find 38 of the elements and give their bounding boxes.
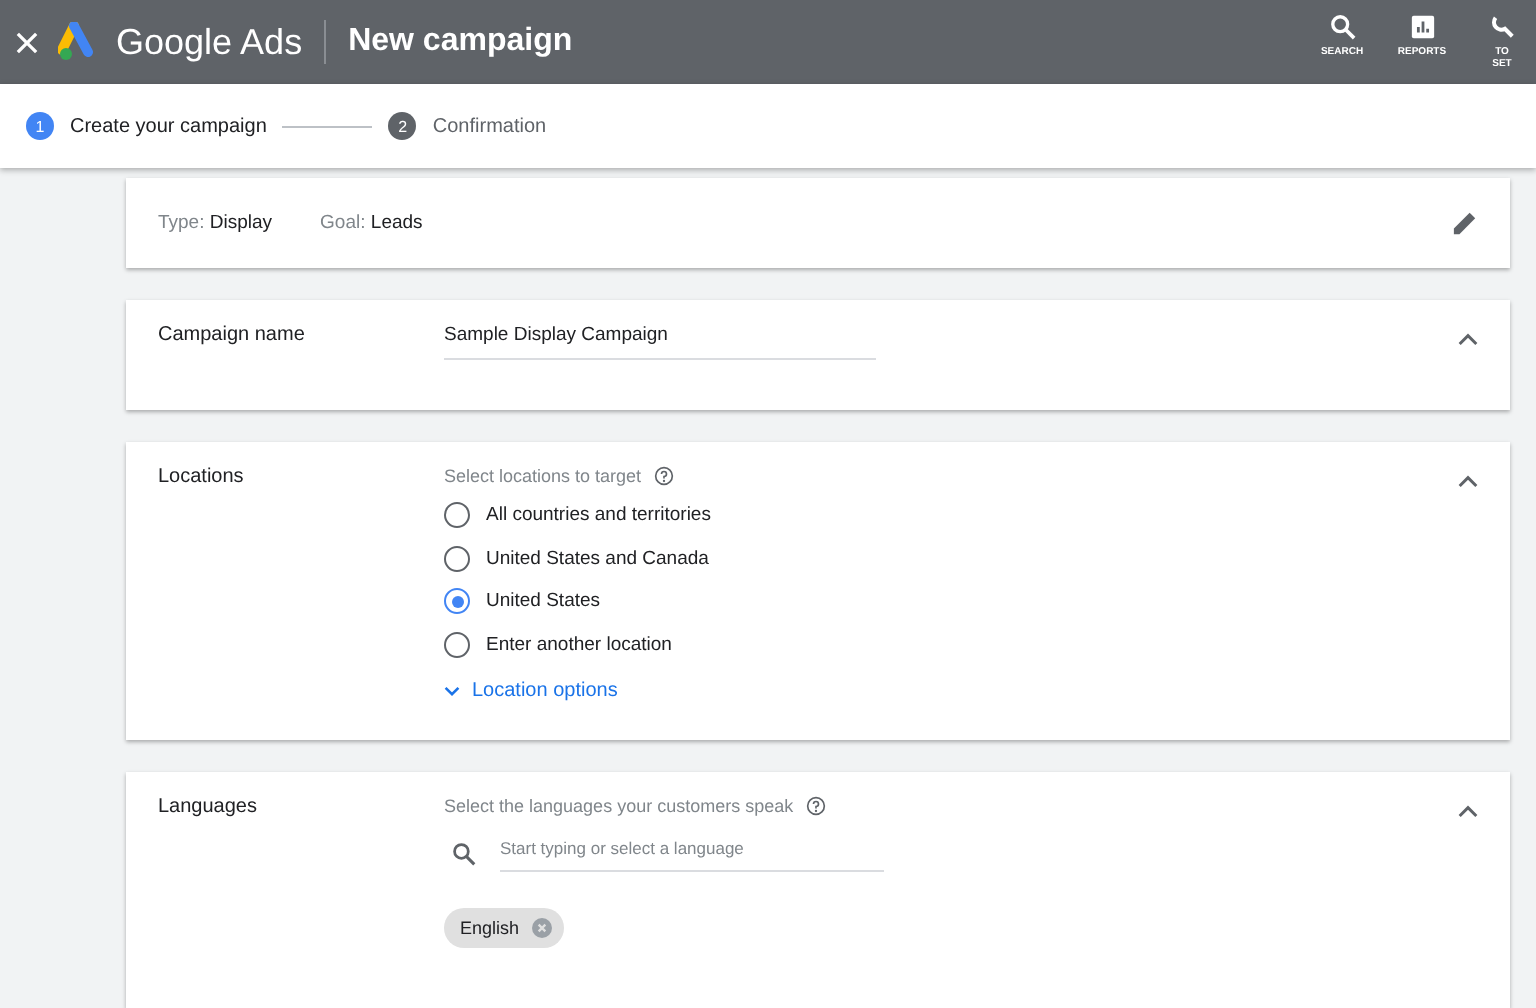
radio-button[interactable] <box>444 588 470 615</box>
collapse-icon[interactable] <box>1458 332 1478 346</box>
radio-button[interactable] <box>444 631 470 658</box>
page-title: New campaign <box>348 24 573 60</box>
section-label: Locations <box>158 466 246 492</box>
search-icon <box>1329 14 1355 40</box>
type-text: Type: Display <box>158 212 273 234</box>
section-label: Campaign name <box>158 324 307 350</box>
campaign-name-field[interactable]: Sample Display Campaign <box>444 324 876 360</box>
radio-option[interactable]: Enter another location <box>444 623 884 666</box>
step-label[interactable]: Create your campaign <box>70 115 267 137</box>
location-options-link[interactable]: Location options <box>444 680 884 702</box>
language-chip[interactable]: English <box>444 908 564 948</box>
collapse-icon[interactable] <box>1458 804 1478 818</box>
search-icon <box>452 841 476 865</box>
radio-button[interactable] <box>444 502 470 529</box>
help-icon[interactable] <box>653 466 674 486</box>
product-name: Google Ads <box>116 21 303 63</box>
edit-icon[interactable] <box>1452 210 1478 236</box>
collapse-icon[interactable] <box>1458 474 1478 488</box>
language-search-field[interactable]: Start typing or select a language <box>500 834 884 872</box>
prompt-text: Select the languages your customers speak <box>444 796 794 816</box>
step-number: 1 <box>26 112 54 140</box>
section-label: Languages <box>158 796 259 822</box>
radio-button[interactable] <box>444 545 470 572</box>
close-icon[interactable] <box>16 31 38 53</box>
radio-option[interactable]: United States and Canada <box>444 537 884 580</box>
goal-text: Goal: Leads <box>320 212 423 234</box>
bar-chart-icon <box>1409 14 1435 40</box>
radio-option[interactable]: All countries and territories <box>444 494 884 537</box>
step-label[interactable]: Confirmation <box>432 115 547 137</box>
chevron-down-icon <box>444 686 460 696</box>
radio-option[interactable]: United States <box>444 580 884 623</box>
prompt-text: Select locations to target <box>444 466 642 486</box>
help-icon[interactable] <box>805 796 826 816</box>
wrench-icon <box>1489 14 1515 40</box>
chip-label: English <box>460 918 520 938</box>
step-number: 2 <box>388 112 417 140</box>
